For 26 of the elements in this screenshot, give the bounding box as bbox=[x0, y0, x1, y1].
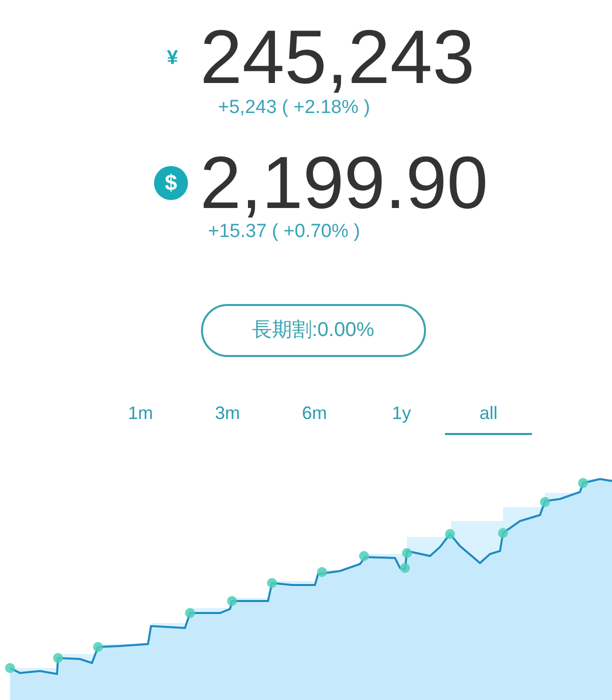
range-tab[interactable]: 1m bbox=[97, 396, 184, 434]
range-tab[interactable]: 1y bbox=[358, 396, 445, 434]
chart-point bbox=[498, 528, 508, 538]
balance-change: +15.37 ( +0.70% ) bbox=[208, 220, 360, 244]
rate-pill: 長期割:0.00% bbox=[200, 304, 426, 356]
balance-amount: 2,199.90 bbox=[200, 146, 488, 220]
dollar-icon: $ bbox=[154, 166, 188, 200]
yen-icon: ¥ bbox=[166, 43, 188, 73]
chart-point bbox=[400, 562, 410, 572]
balance-change: +5,243 ( +2.18% ) bbox=[218, 96, 370, 120]
chart-point bbox=[93, 642, 103, 652]
range-tab[interactable]: 6m bbox=[271, 396, 358, 434]
chart-point bbox=[185, 608, 195, 618]
range-tab[interactable]: 3m bbox=[184, 396, 271, 434]
chart-point bbox=[359, 550, 369, 560]
range-tab[interactable]: all bbox=[445, 396, 532, 434]
chart-point bbox=[227, 596, 237, 606]
chart-point bbox=[445, 528, 455, 538]
chart-point bbox=[53, 652, 63, 662]
chart-point bbox=[5, 662, 15, 672]
chart-point bbox=[402, 548, 412, 558]
chart-point bbox=[540, 496, 550, 506]
chart-point bbox=[267, 578, 277, 588]
balance-amount: 245,243 bbox=[200, 20, 475, 96]
chart-point bbox=[317, 566, 327, 576]
chart-point bbox=[578, 478, 588, 488]
